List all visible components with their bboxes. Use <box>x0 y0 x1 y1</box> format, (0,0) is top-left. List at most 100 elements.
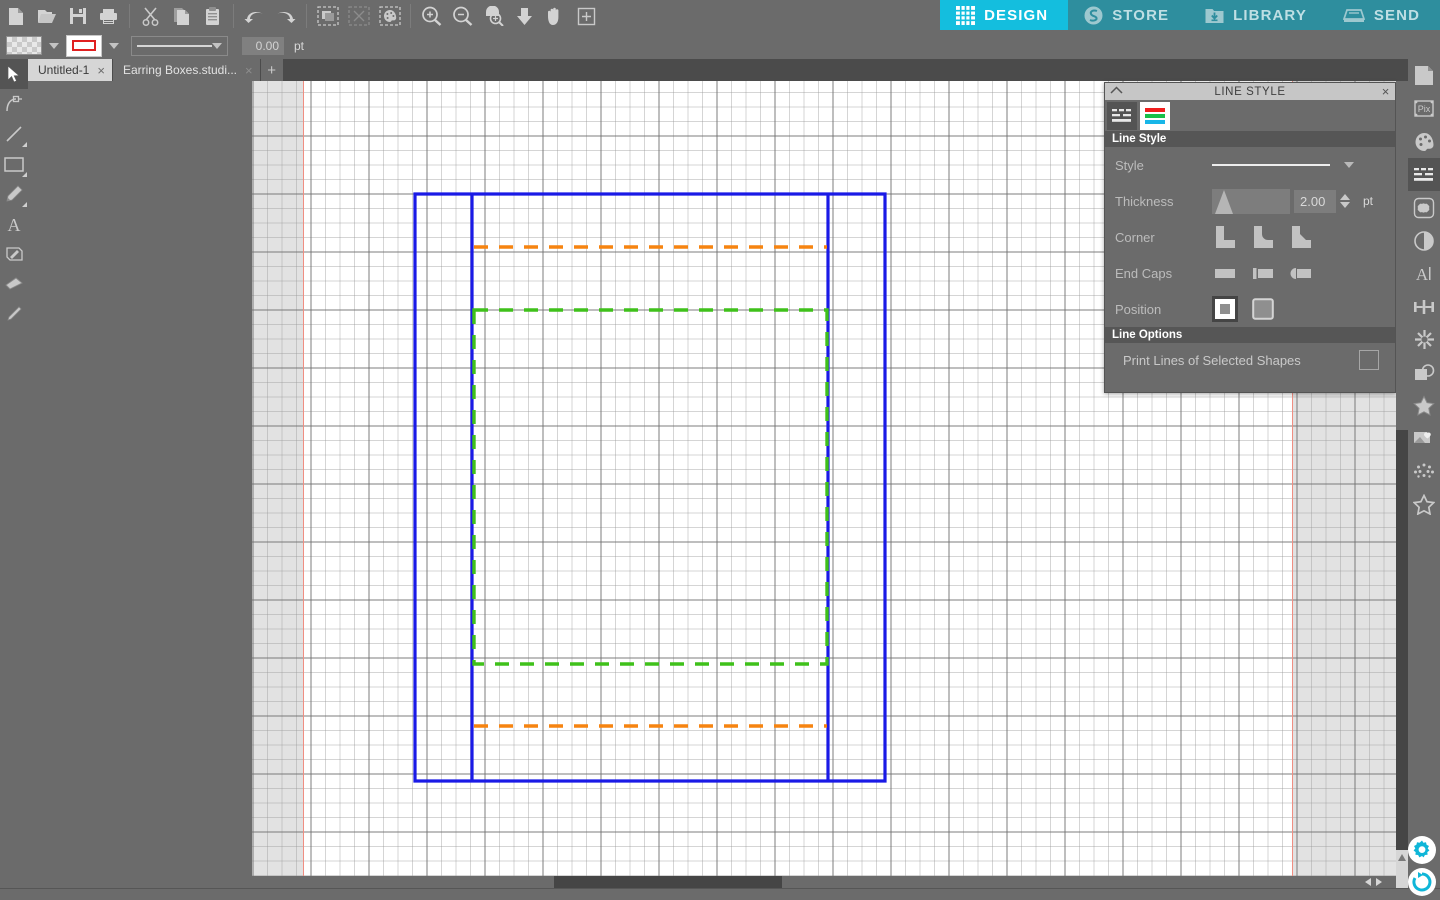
copy-button[interactable] <box>166 0 197 32</box>
line-thickness-input[interactable]: 0.00 <box>242 36 284 55</box>
corner-option-bevel[interactable] <box>1288 224 1314 250</box>
offset-panel-button[interactable] <box>1408 356 1440 389</box>
favorites-panel-button[interactable] <box>1408 488 1440 521</box>
chevron-down-icon[interactable] <box>1344 162 1354 168</box>
position-option-center[interactable] <box>1212 296 1238 322</box>
chevron-submenu-icon[interactable] <box>22 172 27 177</box>
close-icon[interactable]: × <box>97 64 105 77</box>
draw-tool[interactable] <box>0 179 28 209</box>
corner-option-miter[interactable] <box>1212 224 1238 250</box>
redo-button[interactable] <box>270 0 301 32</box>
gear-icon <box>1413 840 1430 858</box>
tab-line-color[interactable] <box>1140 101 1170 130</box>
line-icon <box>6 126 22 142</box>
pixscan-panel-button[interactable]: Pix <box>1408 92 1440 125</box>
line-style-panel[interactable]: LINE STYLE × Line Style Style Thickness … <box>1104 82 1396 393</box>
transparency-panel-button[interactable] <box>1408 224 1440 257</box>
page-setup-panel-button[interactable] <box>1408 59 1440 92</box>
thickness-input[interactable]: 2.00 <box>1294 189 1336 213</box>
edit-points-tool[interactable] <box>0 89 28 119</box>
nav-tab-design[interactable]: DESIGN <box>940 0 1069 30</box>
line-style-dropdown[interactable] <box>131 35 228 56</box>
open-document-button[interactable] <box>31 0 62 32</box>
fit-page-button[interactable] <box>571 0 602 32</box>
sketch-panel-button[interactable] <box>1408 191 1440 224</box>
chevron-submenu-icon[interactable] <box>22 142 27 147</box>
vertical-scrollbar-thumb[interactable] <box>1396 430 1408 850</box>
endcap-option-butt[interactable] <box>1212 260 1238 286</box>
close-icon[interactable]: × <box>1382 84 1390 99</box>
text-style-panel-button[interactable]: A <box>1408 257 1440 290</box>
thickness-slider-handle[interactable] <box>1215 189 1233 214</box>
transform-panel-button[interactable] <box>1408 290 1440 323</box>
select-tool[interactable] <box>0 59 28 89</box>
document-tab-earring-boxes[interactable]: Earring Boxes.studi... × <box>112 59 260 81</box>
nav-tab-library[interactable]: LIBRARY <box>1189 0 1327 30</box>
thickness-stepper[interactable] <box>1340 194 1350 208</box>
endcap-option-square[interactable] <box>1250 260 1276 286</box>
line-color-swatch[interactable] <box>66 34 102 57</box>
knife-tool[interactable] <box>0 299 28 329</box>
modify-panel-button[interactable] <box>1408 323 1440 356</box>
chevron-submenu-icon[interactable] <box>22 202 27 207</box>
print-document-button[interactable] <box>93 0 124 32</box>
horizontal-scrollbar[interactable] <box>28 876 1396 888</box>
nav-tab-send[interactable]: SEND <box>1326 0 1440 30</box>
collapse-icon[interactable] <box>1110 85 1123 97</box>
zoom-out-button[interactable] <box>447 0 478 32</box>
zoom-selection-button[interactable] <box>478 0 509 32</box>
text-style-icon: A <box>1416 265 1431 283</box>
store-panel-button[interactable] <box>1408 455 1440 488</box>
undo-button[interactable] <box>239 0 270 32</box>
corner-label: Corner <box>1115 229 1155 245</box>
document-tab-untitled-1[interactable]: Untitled-1 × <box>28 59 112 81</box>
rectangle-tool[interactable] <box>0 149 28 179</box>
fill-color-swatch[interactable] <box>6 36 42 55</box>
thickness-slider[interactable] <box>1212 188 1290 214</box>
fill-color-dropdown-arrow[interactable] <box>49 42 59 49</box>
fit-window-button[interactable] <box>509 0 540 32</box>
scroll-corner <box>1396 876 1408 888</box>
line-style-panel-button[interactable] <box>1408 158 1440 191</box>
style-toolbar: 0.00 pt <box>0 32 1440 59</box>
position-option-inside[interactable] <box>1250 296 1276 322</box>
line-tool[interactable] <box>0 119 28 149</box>
thickness-unit-label: pt <box>1363 194 1374 208</box>
vertical-scrollbar[interactable] <box>1396 81 1408 888</box>
section-line-style-header: Line Style <box>1105 131 1395 147</box>
horizontal-scrollbar-thumb[interactable] <box>554 876 782 888</box>
close-icon[interactable]: × <box>245 64 253 77</box>
new-document-button[interactable] <box>0 0 31 32</box>
text-tool[interactable]: A <box>0 209 28 239</box>
paste-button[interactable] <box>197 0 228 32</box>
eraser-tool[interactable] <box>0 269 28 299</box>
my-library-panel-button[interactable] <box>1408 389 1440 422</box>
tab-line-style[interactable] <box>1107 101 1137 130</box>
style-dropdown[interactable] <box>1212 157 1330 173</box>
line-color-dropdown-arrow[interactable] <box>109 42 119 49</box>
zoom-in-button[interactable] <box>416 0 447 32</box>
print-lines-checkbox[interactable] <box>1359 350 1379 370</box>
toolbar-separator-2 <box>233 4 234 28</box>
corner-option-round[interactable] <box>1250 224 1276 250</box>
my-designs-panel-button[interactable] <box>1408 422 1440 455</box>
endcap-option-round[interactable] <box>1288 260 1314 286</box>
nav-tab-store[interactable]: STORE <box>1068 0 1190 30</box>
stepper-up-icon[interactable] <box>1340 194 1350 200</box>
cut-button[interactable] <box>135 0 166 32</box>
deselect-all-button[interactable] <box>343 0 374 32</box>
select-all-button[interactable] <box>312 0 343 32</box>
rectangle-icon <box>4 156 24 172</box>
pan-button[interactable] <box>540 0 571 32</box>
horizontal-scroll-arrows[interactable] <box>1362 876 1396 888</box>
new-tab-button[interactable]: + <box>260 59 283 81</box>
settings-fab-button[interactable] <box>1408 836 1436 864</box>
line-style-panel-tabs <box>1105 100 1395 131</box>
save-document-button[interactable] <box>62 0 93 32</box>
stepper-down-icon[interactable] <box>1340 202 1350 208</box>
fill-color-panel-button[interactable] <box>1408 125 1440 158</box>
sync-fab-button[interactable] <box>1408 868 1436 896</box>
select-by-color-button[interactable] <box>374 0 405 32</box>
toolbar-separator-1 <box>129 4 130 28</box>
trace-tool[interactable] <box>0 239 28 269</box>
